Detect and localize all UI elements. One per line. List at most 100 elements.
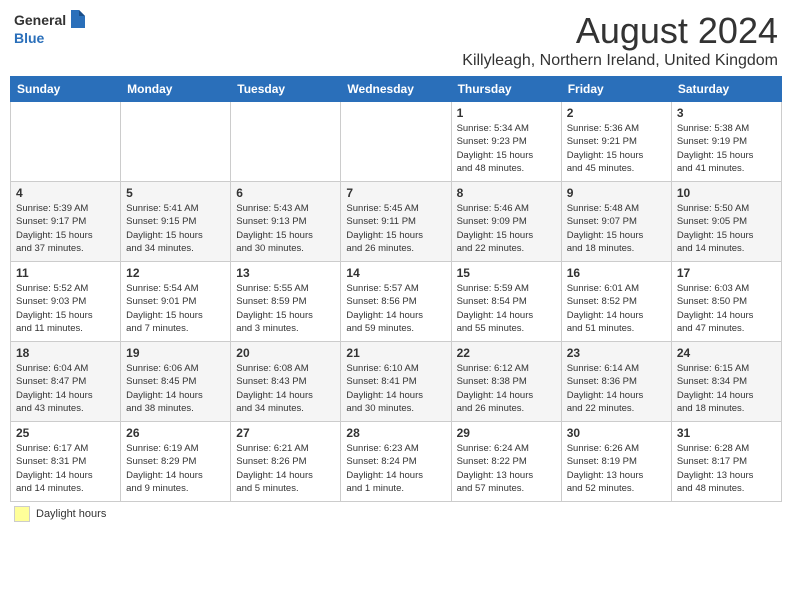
day-number: 7 <box>346 186 445 200</box>
calendar-cell: 30Sunrise: 6:26 AM Sunset: 8:19 PM Dayli… <box>561 422 671 502</box>
calendar-header-row: SundayMondayTuesdayWednesdayThursdayFrid… <box>11 77 782 102</box>
day-info: Sunrise: 5:55 AM Sunset: 8:59 PM Dayligh… <box>236 282 335 335</box>
calendar-cell: 28 Sunrise: 6:23 AM Sunset: 8:24 PM Dayli… <box>341 422 451 502</box>
day-info: Sunrise: 5:46 AM Sunset: 9:09 PM Dayligh… <box>457 202 556 255</box>
month-title: August 2024 <box>462 10 778 52</box>
day-number: 15 <box>457 266 556 280</box>
week-row: 1 Sunrise: 5:34 AM Sunset: 9:23 PM Daylig… <box>11 102 782 182</box>
calendar-cell: 13Sunrise: 5:55 AM Sunset: 8:59 PM Dayli… <box>231 262 341 342</box>
calendar-cell: 10 Sunrise: 5:50 AM Sunset: 9:05 PM Dayli… <box>671 182 781 262</box>
logo-general: General <box>14 12 66 29</box>
calendar-cell: 1 Sunrise: 5:34 AM Sunset: 9:23 PM Daylig… <box>451 102 561 182</box>
day-info: Sunrise: 5:36 AM Sunset: 9:21 PM Dayligh… <box>567 122 666 175</box>
calendar-cell <box>231 102 341 182</box>
day-info: Sunrise: 5:43 AM Sunset: 9:13 PM Dayligh… <box>236 202 335 255</box>
day-number: 23 <box>567 346 666 360</box>
logo-icon <box>69 10 87 30</box>
calendar-cell: 15Sunrise: 5:59 AM Sunset: 8:54 PM Dayli… <box>451 262 561 342</box>
day-number: 1 <box>457 106 556 120</box>
calendar-cell: 12 Sunrise: 5:54 AM Sunset: 9:01 PM Dayli… <box>121 262 231 342</box>
day-number: 28 <box>346 426 445 440</box>
calendar-cell: 14 Sunrise: 5:57 AM Sunset: 8:56 PM Dayli… <box>341 262 451 342</box>
day-number: 21 <box>346 346 445 360</box>
day-number: 27 <box>236 426 335 440</box>
day-number: 25 <box>16 426 115 440</box>
day-of-week-header: Monday <box>121 77 231 102</box>
calendar-cell: 7 Sunrise: 5:45 AM Sunset: 9:11 PM Daylig… <box>341 182 451 262</box>
day-of-week-header: Sunday <box>11 77 121 102</box>
day-number: 10 <box>677 186 776 200</box>
calendar-cell: 18 Sunrise: 6:04 AM Sunset: 8:47 PM Dayli… <box>11 342 121 422</box>
day-info: Sunrise: 6:08 AM Sunset: 8:43 PM Dayligh… <box>236 362 335 415</box>
calendar-cell: 11 Sunrise: 5:52 AM Sunset: 9:03 PM Dayli… <box>11 262 121 342</box>
day-info: Sunrise: 6:04 AM Sunset: 8:47 PM Dayligh… <box>16 362 115 415</box>
calendar-cell: 21Sunrise: 6:10 AM Sunset: 8:41 PM Dayli… <box>341 342 451 422</box>
day-number: 9 <box>567 186 666 200</box>
day-info: Sunrise: 5:38 AM Sunset: 9:19 PM Dayligh… <box>677 122 776 175</box>
calendar-cell: 26Sunrise: 6:19 AM Sunset: 8:29 PM Dayli… <box>121 422 231 502</box>
logo-blue: Blue <box>14 30 44 46</box>
calendar-cell: 4 Sunrise: 5:39 AM Sunset: 9:17 PM Daylig… <box>11 182 121 262</box>
day-info: Sunrise: 6:06 AM Sunset: 8:45 PM Dayligh… <box>126 362 225 415</box>
calendar-cell: 31 Sunrise: 6:28 AM Sunset: 8:17 PM Dayli… <box>671 422 781 502</box>
day-number: 29 <box>457 426 556 440</box>
day-info: Sunrise: 5:39 AM Sunset: 9:17 PM Dayligh… <box>16 202 115 255</box>
calendar-cell: 23 Sunrise: 6:14 AM Sunset: 8:36 PM Dayli… <box>561 342 671 422</box>
day-number: 8 <box>457 186 556 200</box>
footer: Daylight hours <box>10 506 782 522</box>
day-info: Sunrise: 6:12 AM Sunset: 8:38 PM Dayligh… <box>457 362 556 415</box>
day-number: 14 <box>346 266 445 280</box>
day-of-week-header: Saturday <box>671 77 781 102</box>
day-number: 6 <box>236 186 335 200</box>
day-info: Sunrise: 6:15 AM Sunset: 8:34 PM Dayligh… <box>677 362 776 415</box>
week-row: 4 Sunrise: 5:39 AM Sunset: 9:17 PM Daylig… <box>11 182 782 262</box>
calendar-cell <box>341 102 451 182</box>
day-number: 30 <box>567 426 666 440</box>
day-of-week-header: Thursday <box>451 77 561 102</box>
week-row: 25 Sunrise: 6:17 AM Sunset: 8:31 PM Dayli… <box>11 422 782 502</box>
calendar-cell: 17 Sunrise: 6:03 AM Sunset: 8:50 PM Dayli… <box>671 262 781 342</box>
day-info: Sunrise: 5:48 AM Sunset: 9:07 PM Dayligh… <box>567 202 666 255</box>
day-number: 4 <box>16 186 115 200</box>
day-info: Sunrise: 5:34 AM Sunset: 9:23 PM Dayligh… <box>457 122 556 175</box>
calendar-cell: 9 Sunrise: 5:48 AM Sunset: 9:07 PM Daylig… <box>561 182 671 262</box>
day-number: 12 <box>126 266 225 280</box>
day-number: 31 <box>677 426 776 440</box>
day-info: Sunrise: 6:23 AM Sunset: 8:24 PM Dayligh… <box>346 442 445 495</box>
day-info: Sunrise: 6:28 AM Sunset: 8:17 PM Dayligh… <box>677 442 776 495</box>
day-info: Sunrise: 6:24 AM Sunset: 8:22 PM Dayligh… <box>457 442 556 495</box>
day-info: Sunrise: 5:45 AM Sunset: 9:11 PM Dayligh… <box>346 202 445 255</box>
day-info: Sunrise: 5:54 AM Sunset: 9:01 PM Dayligh… <box>126 282 225 335</box>
day-number: 2 <box>567 106 666 120</box>
day-number: 18 <box>16 346 115 360</box>
day-info: Sunrise: 6:01 AM Sunset: 8:52 PM Dayligh… <box>567 282 666 335</box>
day-info: Sunrise: 6:14 AM Sunset: 8:36 PM Dayligh… <box>567 362 666 415</box>
day-number: 17 <box>677 266 776 280</box>
day-number: 24 <box>677 346 776 360</box>
calendar-cell: 24 Sunrise: 6:15 AM Sunset: 8:34 PM Dayli… <box>671 342 781 422</box>
day-info: Sunrise: 5:41 AM Sunset: 9:15 PM Dayligh… <box>126 202 225 255</box>
day-of-week-header: Wednesday <box>341 77 451 102</box>
day-number: 26 <box>126 426 225 440</box>
day-number: 5 <box>126 186 225 200</box>
calendar-cell: 16Sunrise: 6:01 AM Sunset: 8:52 PM Dayli… <box>561 262 671 342</box>
calendar-cell: 5 Sunrise: 5:41 AM Sunset: 9:15 PM Daylig… <box>121 182 231 262</box>
day-info: Sunrise: 6:17 AM Sunset: 8:31 PM Dayligh… <box>16 442 115 495</box>
day-number: 19 <box>126 346 225 360</box>
day-number: 11 <box>16 266 115 280</box>
day-info: Sunrise: 5:57 AM Sunset: 8:56 PM Dayligh… <box>346 282 445 335</box>
header: General Blue August 2024 Killyleagh, Nor… <box>10 10 782 70</box>
week-row: 18 Sunrise: 6:04 AM Sunset: 8:47 PM Dayli… <box>11 342 782 422</box>
day-info: Sunrise: 5:52 AM Sunset: 9:03 PM Dayligh… <box>16 282 115 335</box>
calendar-cell: 8 Sunrise: 5:46 AM Sunset: 9:09 PM Daylig… <box>451 182 561 262</box>
calendar-cell <box>11 102 121 182</box>
day-info: Sunrise: 5:50 AM Sunset: 9:05 PM Dayligh… <box>677 202 776 255</box>
day-of-week-header: Friday <box>561 77 671 102</box>
calendar-cell: 2 Sunrise: 5:36 AM Sunset: 9:21 PM Daylig… <box>561 102 671 182</box>
day-number: 20 <box>236 346 335 360</box>
title-area: August 2024 Killyleagh, Northern Ireland… <box>462 10 778 70</box>
daylight-label: Daylight hours <box>36 508 106 520</box>
calendar-cell: 22Sunrise: 6:12 AM Sunset: 8:38 PM Dayli… <box>451 342 561 422</box>
day-info: Sunrise: 6:03 AM Sunset: 8:50 PM Dayligh… <box>677 282 776 335</box>
day-number: 3 <box>677 106 776 120</box>
